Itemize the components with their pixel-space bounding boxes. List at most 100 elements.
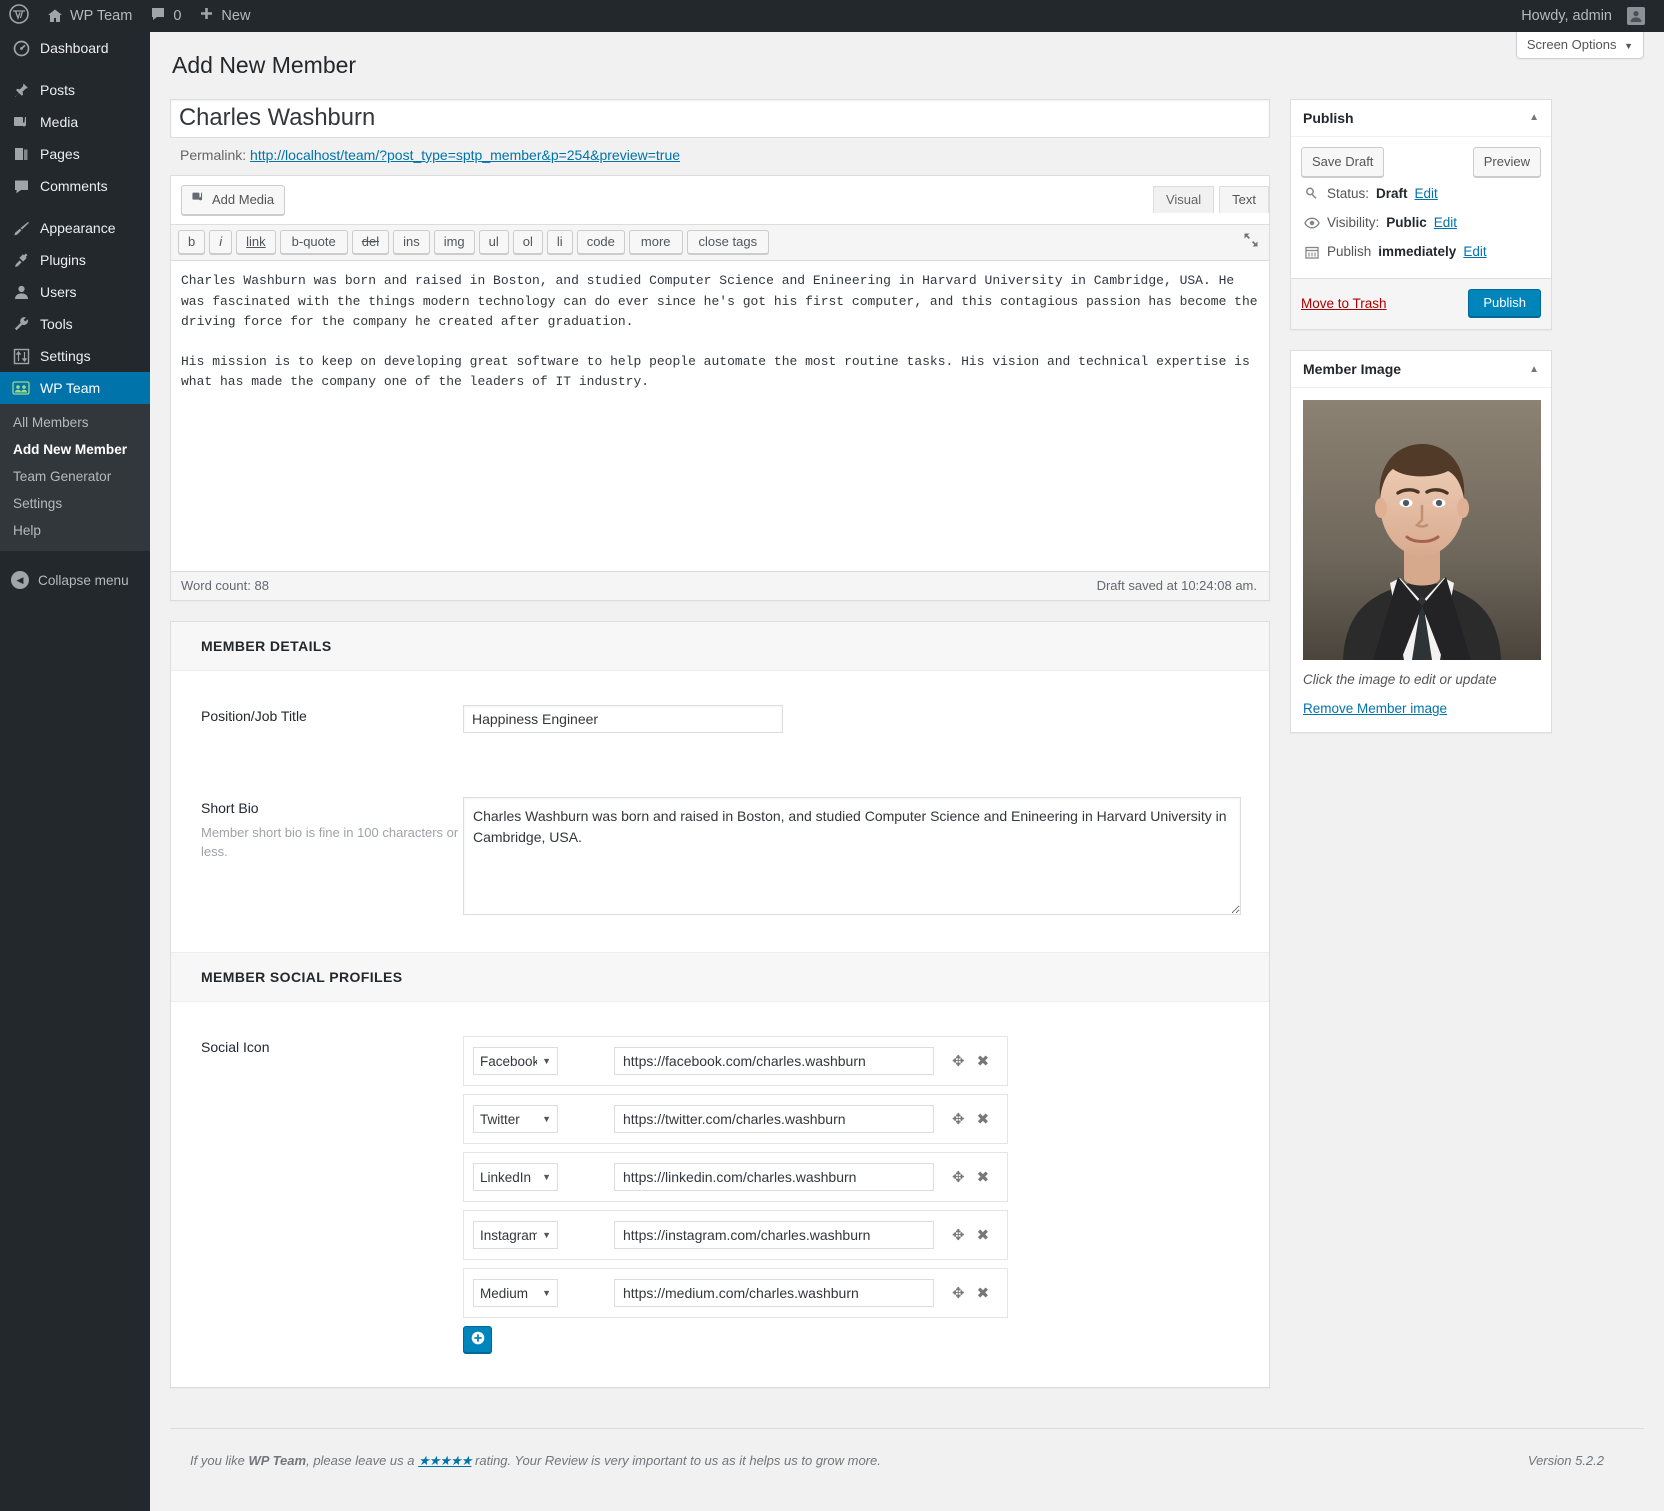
quicktag-code[interactable]: code [576,230,625,255]
screen-options-button[interactable]: Screen Options ▼ [1515,32,1644,59]
sidebar-item-comments[interactable]: Comments [0,170,150,202]
chevron-up-icon[interactable]: ▲ [1529,364,1539,375]
submenu-item-settings[interactable]: Settings [0,490,150,517]
chevron-up-icon[interactable]: ▲ [1529,112,1539,123]
quicktag-more[interactable]: more [628,230,683,255]
quicktag-img[interactable]: img [433,230,475,255]
sidebar-item-appearance[interactable]: Appearance [0,212,150,244]
close-x-icon[interactable]: ✖ [977,1054,990,1069]
paintbrush-icon [11,220,31,237]
social-row-tools: ✥ ✖ [952,1228,989,1243]
edit-visibility-link[interactable]: Edit [1434,215,1457,230]
member-image-hint: Click the image to edit or update [1303,672,1497,688]
sidebar-item-settings[interactable]: Settings [0,340,150,372]
quicktag-link[interactable]: link [236,230,276,255]
tab-text[interactable]: Text [1219,185,1269,213]
sidebar-item-plugins[interactable]: Plugins [0,244,150,276]
sidebar-item-users[interactable]: Users [0,276,150,308]
word-count: Word count: 88 [181,578,269,594]
footer-rating-stars[interactable]: ★★★★★ [418,1453,472,1468]
social-row: LinkedIn ▼ ✥ ✖ [463,1152,1008,1203]
short-bio-field-row: Short Bio Member short bio is fine in 10… [201,789,1241,918]
remove-member-image-link[interactable]: Remove Member image [1303,701,1447,716]
edit-status-link[interactable]: Edit [1415,186,1438,201]
key-icon [1303,187,1320,201]
my-account-menu[interactable]: Howdy, admin [1512,0,1654,32]
submenu-item-team-generator[interactable]: Team Generator [0,463,150,490]
member-details-metabox: MEMBER DETAILS Position/Job Title Happin… [170,621,1270,1389]
move-handle-icon[interactable]: ✥ [952,1228,965,1243]
social-url-input[interactable] [614,1047,934,1076]
sidebar-item-tools[interactable]: Tools [0,308,150,340]
wpbody-content: Add New Member Permalink: http://localho… [170,32,1664,1389]
post-content-textarea[interactable]: Charles Washburn was born and raised in … [171,261,1269,569]
publish-button[interactable]: Publish [1468,289,1541,318]
quicktag-li[interactable]: li [546,230,573,255]
quicktag-b[interactable]: b [178,230,206,255]
close-x-icon[interactable]: ✖ [977,1286,990,1301]
permalink-link[interactable]: http://localhost/team/?post_type=sptp_me… [250,147,680,163]
social-network-select[interactable]: Instagram [473,1221,558,1250]
social-profiles-header: MEMBER SOCIAL PROFILES [171,952,1269,1003]
collapse-menu-button[interactable]: ◀ Collapse menu [0,563,150,597]
comments-menu[interactable]: 0 [141,0,190,32]
calendar-icon [1303,245,1320,259]
social-url-input[interactable] [614,1105,934,1134]
quicktag-del[interactable]: del [351,230,390,255]
quicktag-ins[interactable]: ins [393,230,430,255]
close-x-icon[interactable]: ✖ [977,1228,990,1243]
submenu-item-all-members[interactable]: All Members [0,409,150,436]
fullscreen-icon[interactable] [1243,232,1259,252]
preview-button[interactable]: Preview [1472,146,1541,178]
short-bio-textarea[interactable]: Charles Washburn was born and raised in … [463,797,1241,916]
sidebar-item-label: Comments [40,178,108,194]
save-draft-button[interactable]: Save Draft [1301,146,1385,178]
member-portrait-photo[interactable] [1303,400,1541,661]
plus-icon [199,7,214,26]
wp-logo-menu[interactable] [0,0,38,32]
social-network-select[interactable]: Facebook [473,1047,558,1076]
quicktag-ol[interactable]: ol [512,230,543,255]
close-x-icon[interactable]: ✖ [977,1112,990,1127]
sidebar-item-dashboard[interactable]: Dashboard [0,32,150,64]
sidebar-item-posts[interactable]: Posts [0,74,150,106]
sidebar-item-media[interactable]: Media [0,106,150,138]
sidebar-item-pages[interactable]: Pages [0,138,150,170]
submenu-item-add-new-member[interactable]: Add New Member [0,436,150,463]
edit-schedule-link[interactable]: Edit [1463,244,1486,259]
site-name-label: WP Team [70,8,133,24]
publish-actions-bottom: Move to Trash Publish [1291,278,1551,330]
quicktag-close-tags[interactable]: close tags [686,230,770,255]
move-handle-icon[interactable]: ✥ [952,1170,965,1185]
social-network-select[interactable]: Medium [473,1279,558,1308]
sidebar-item-wp-team[interactable]: WP Team [0,372,158,404]
social-url-input[interactable] [614,1163,934,1192]
quicktag-i[interactable]: i [209,230,233,255]
quicktag-b-quote[interactable]: b-quote [279,230,348,255]
social-network-select[interactable]: LinkedIn [473,1163,558,1192]
publish-schedule-value: immediately [1378,244,1457,260]
submenu-item-help[interactable]: Help [0,517,150,544]
position-input[interactable] [463,705,783,734]
tab-visual[interactable]: Visual [1152,185,1215,213]
move-handle-icon[interactable]: ✥ [952,1286,965,1301]
add-media-button[interactable]: Add Media [181,184,286,216]
social-url-input[interactable] [614,1221,934,1250]
move-to-trash-link[interactable]: Move to Trash [1301,296,1387,311]
move-handle-icon[interactable]: ✥ [952,1054,965,1069]
short-bio-description: Member short bio is fine in 100 characte… [201,825,459,860]
sliders-icon [11,348,31,365]
social-row-tools: ✥ ✖ [952,1286,989,1301]
media-icon [11,114,31,131]
social-network-select[interactable]: Twitter [473,1105,558,1134]
quicktag-ul[interactable]: ul [478,230,509,255]
social-url-input[interactable] [614,1279,934,1308]
post-title-input[interactable] [170,98,1270,138]
add-social-row-button[interactable] [463,1326,492,1354]
close-x-icon[interactable]: ✖ [977,1170,990,1185]
member-details-header: MEMBER DETAILS [171,622,1269,672]
site-name-menu[interactable]: WP Team [38,0,141,32]
move-handle-icon[interactable]: ✥ [952,1112,965,1127]
pin-icon [11,82,31,99]
new-content-menu[interactable]: New [190,0,259,32]
